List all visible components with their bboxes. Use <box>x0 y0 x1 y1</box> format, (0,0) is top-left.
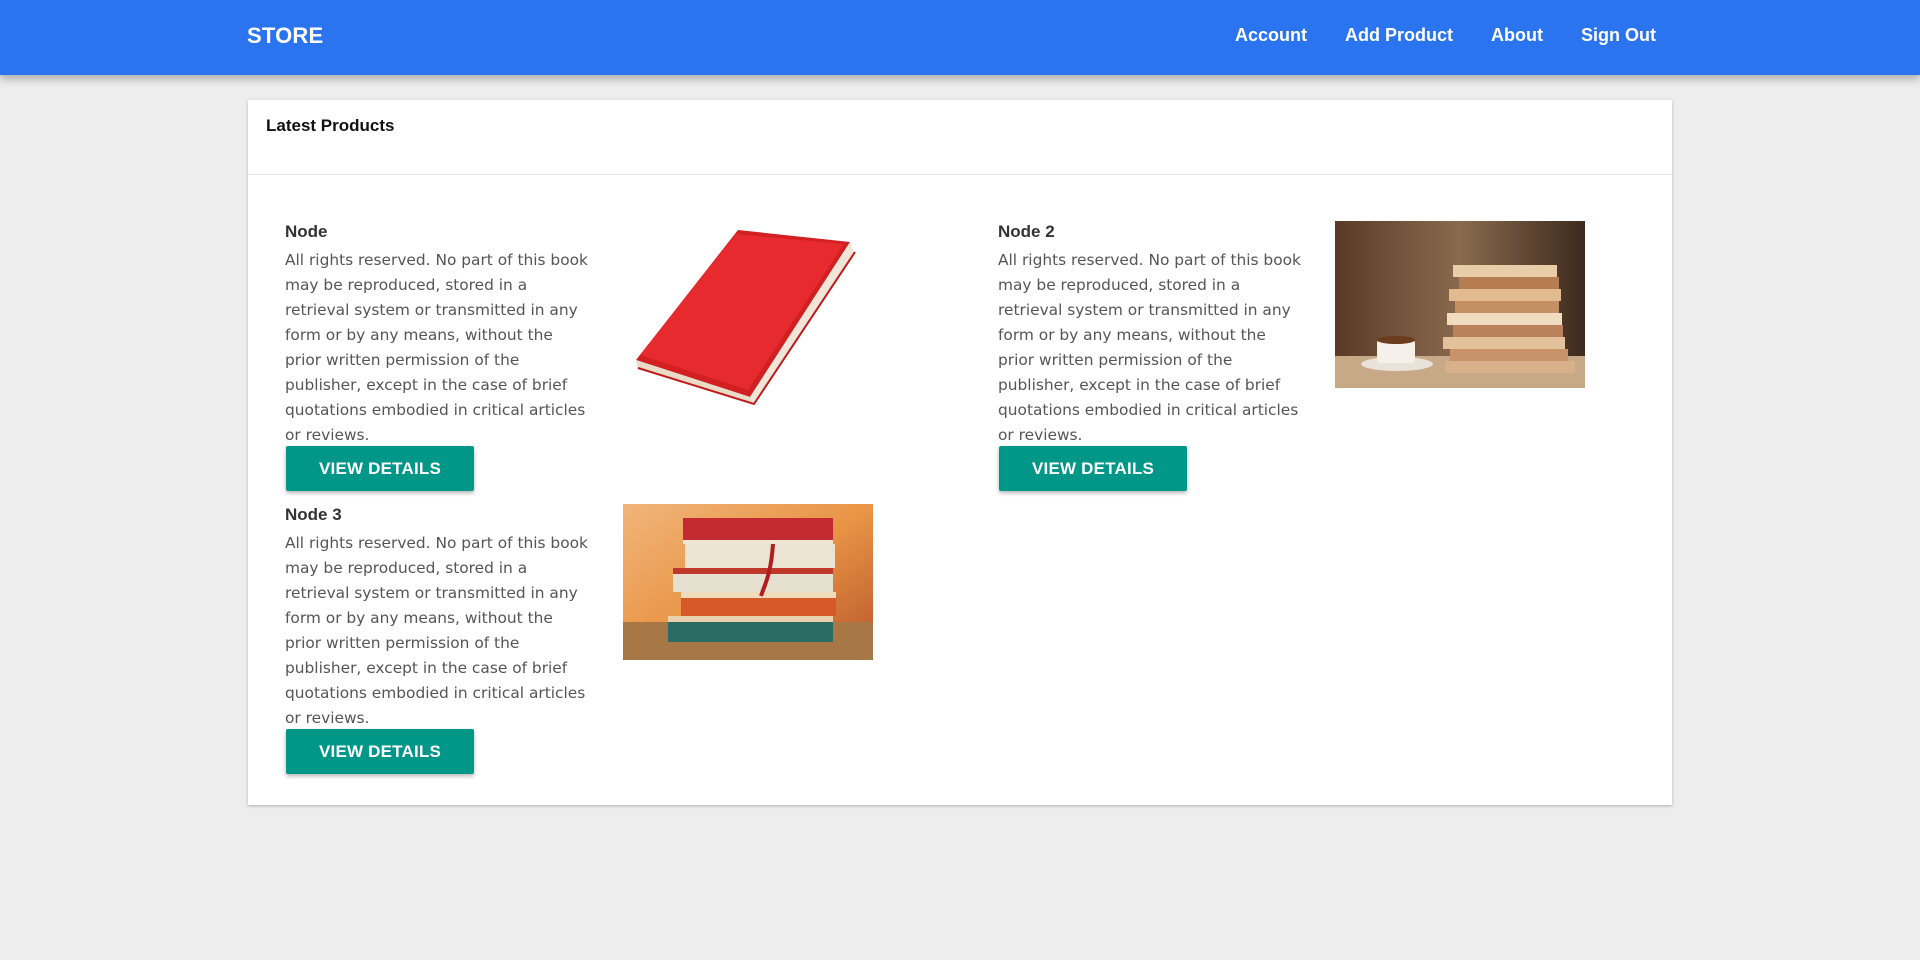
product-title: Node 3 <box>285 505 342 524</box>
nav-account[interactable]: Account <box>1235 25 1307 46</box>
nav-about[interactable]: About <box>1491 25 1543 46</box>
product-description: All rights reserved. No part of this boo… <box>998 251 1301 444</box>
red-book-image <box>618 222 868 407</box>
product-description: All rights reserved. No part of this boo… <box>285 534 588 727</box>
view-details-button[interactable]: VIEW DETAILS <box>286 446 474 491</box>
view-details-button[interactable]: VIEW DETAILS <box>999 446 1187 491</box>
product-title: Node <box>285 222 328 241</box>
card-title: Latest Products <box>248 100 1672 175</box>
top-navbar: STORE Account Add Product About Sign Out <box>0 0 1920 75</box>
nav-sign-out[interactable]: Sign Out <box>1581 25 1656 46</box>
product-card: Node All rights reserved. No part of thi… <box>285 222 590 448</box>
product-title: Node 2 <box>998 222 1055 241</box>
brand-logo[interactable]: STORE <box>247 23 323 49</box>
latest-products-card: Latest Products Node All rights reserved… <box>248 100 1672 805</box>
product-description: All rights reserved. No part of this boo… <box>285 251 588 444</box>
nav-menu: Account Add Product About Sign Out <box>1197 25 1656 46</box>
book-stack-autumn-image <box>623 504 873 660</box>
view-details-button[interactable]: VIEW DETAILS <box>286 729 474 774</box>
product-card: Node 2 All rights reserved. No part of t… <box>998 222 1303 448</box>
product-card: Node 3 All rights reserved. No part of t… <box>285 505 590 731</box>
nav-add-product[interactable]: Add Product <box>1345 25 1453 46</box>
book-stack-coffee-image <box>1335 221 1585 388</box>
